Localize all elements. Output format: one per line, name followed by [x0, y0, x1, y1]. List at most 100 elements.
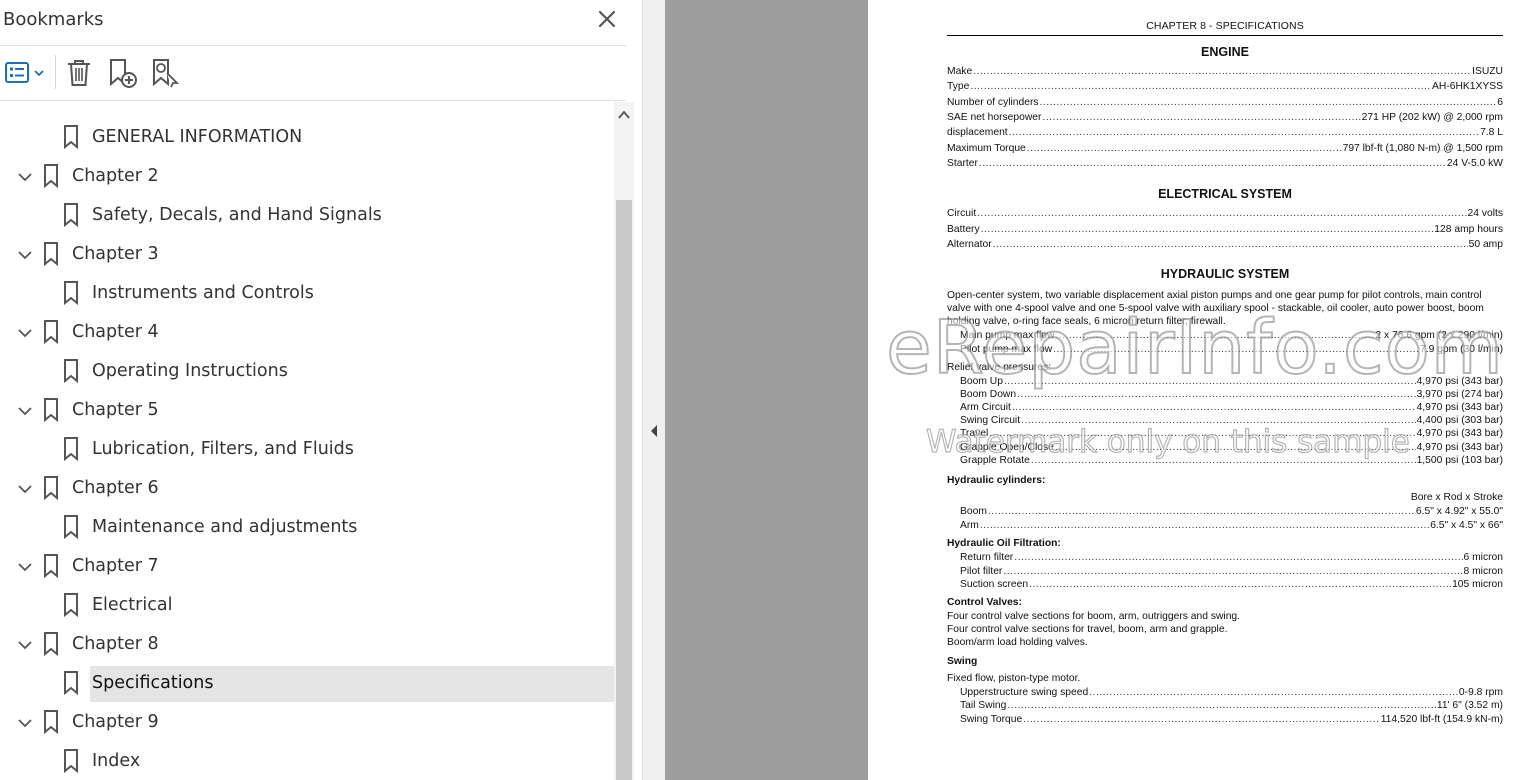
scroll-thumb[interactable] [616, 200, 632, 780]
scroll-up-icon[interactable] [617, 108, 631, 122]
spec-value: 797 lbf-ft (1,080 N-m) @ 1,500 rpm [1342, 142, 1503, 154]
bookmark-label[interactable]: Chapter 8 [72, 634, 159, 654]
chevron-down-icon[interactable] [16, 248, 34, 262]
dot-leader [1004, 375, 1416, 388]
bookmark-icon [43, 164, 59, 189]
engine-spec-row: Type AH-6HK1XYSS [947, 80, 1503, 93]
bookmarks-scrollbar[interactable] [614, 102, 634, 780]
dot-leader [970, 80, 1431, 93]
spec-value: 0-9.8 rpm [1458, 687, 1503, 698]
hydraulic-description: Open-center system, two variable displac… [947, 290, 1484, 327]
dot-leader [1017, 388, 1415, 401]
bookmark-label[interactable]: Chapter 3 [72, 244, 159, 264]
bookmark-item[interactable]: Lubrication, Filters, and Fluids [0, 432, 614, 468]
bookmark-chapter[interactable]: Chapter 6 [0, 471, 614, 507]
spec-key: SAE net horsepower [947, 111, 1042, 123]
bookmark-icon [63, 593, 79, 618]
bookmark-label[interactable]: Chapter 6 [72, 478, 159, 498]
spec-value: 6.5" x 4.92" x 55.0" [1415, 506, 1503, 517]
spec-key: Swing Torque [960, 713, 1023, 725]
bookmark-label[interactable]: Chapter 2 [72, 166, 159, 186]
bookmark-icon [43, 554, 59, 579]
spec-value: 24 volts [1467, 208, 1504, 219]
bookmark-label[interactable]: GENERAL INFORMATION [92, 127, 302, 147]
spec-key: Swing Circuit [960, 415, 1021, 427]
dot-leader [980, 519, 1429, 532]
bookmark-label[interactable]: Chapter 7 [72, 556, 159, 576]
bookmark-label[interactable]: Chapter 4 [72, 322, 159, 342]
control-line: Four control valve sections for boom, ar… [947, 611, 1241, 622]
spec-key: Make [947, 66, 973, 77]
chevron-down-icon[interactable] [16, 638, 34, 652]
bookmark-chapter[interactable]: Chapter 2 [0, 159, 614, 195]
engine-spec-row: Starter 24 V-5.0 kW [947, 157, 1503, 170]
spec-value: 1,500 psi (103 bar) [1416, 454, 1503, 466]
find-bookmark-button[interactable] [148, 55, 182, 91]
spec-key: Boom Down [960, 389, 1017, 401]
bookmark-chapter[interactable]: Chapter 8 [0, 627, 614, 663]
dot-leader [981, 223, 1434, 236]
bookmark-chapter[interactable]: Chapter 4 [0, 315, 614, 351]
chevron-down-icon[interactable] [16, 560, 34, 574]
bookmark-item[interactable]: Instruments and Controls [0, 276, 614, 312]
bookmark-chapter[interactable]: Chapter 9 [0, 705, 614, 741]
bookmark-item[interactable]: Safety, Decals, and Hand Signals [0, 198, 614, 234]
bookmark-icon [63, 671, 79, 696]
chevron-down-icon[interactable] [16, 482, 34, 496]
swing-label: Swing [947, 656, 978, 667]
cylinder-spec-row: Arm 6.5" x 4.5" x 66" [960, 519, 1503, 532]
add-bookmark-button[interactable] [105, 55, 139, 91]
bookmark-label[interactable]: Maintenance and adjustments [92, 517, 357, 537]
chapter-header: CHAPTER 8 - SPECIFICATIONS [1146, 20, 1304, 32]
dot-leader [1040, 96, 1497, 109]
bookmark-label[interactable]: Operating Instructions [92, 361, 288, 381]
bookmark-chapter[interactable]: Chapter 3 [0, 237, 614, 273]
hydraulic-title: HYDRAULIC SYSTEM [1160, 267, 1290, 281]
spec-key: displacement [947, 127, 1008, 139]
bookmark-label[interactable]: Electrical [92, 595, 172, 615]
electrical-title: ELECTRICAL SYSTEM [1158, 187, 1292, 201]
spec-key: Boom [960, 506, 987, 517]
bookmark-item-partial [0, 102, 614, 108]
spec-key: Number of cylinders [947, 96, 1039, 108]
bookmark-label[interactable]: Instruments and Controls [92, 283, 314, 303]
bookmark-item[interactable]: Index [0, 744, 614, 780]
relief-spec-row: Boom Down 3,970 psi (274 bar) [960, 388, 1503, 401]
dot-leader [1009, 126, 1479, 139]
panel-splitter[interactable] [642, 0, 665, 780]
spec-value: 128 amp hours [1434, 223, 1503, 235]
chevron-down-icon[interactable] [16, 170, 34, 184]
chevron-down-icon[interactable] [16, 716, 34, 730]
control-line: Boom/arm load holding valves. [947, 637, 1088, 648]
spec-value: 271 HP (202 kW) @ 2,000 rpm [1361, 111, 1503, 123]
bookmark-chapter[interactable]: Chapter 5 [0, 393, 614, 429]
bookmark-options-button[interactable] [4, 55, 46, 91]
bookmark-label[interactable]: Chapter 5 [72, 400, 159, 420]
bookmark-item[interactable]: Specifications [0, 666, 614, 702]
spec-key: Arm Circuit [960, 402, 1011, 414]
close-icon[interactable] [596, 8, 618, 30]
bookmark-label[interactable]: Safety, Decals, and Hand Signals [92, 205, 382, 225]
bookmark-label[interactable]: Index [92, 751, 140, 771]
bookmark-item[interactable]: Operating Instructions [0, 354, 614, 390]
bookmark-label[interactable]: Chapter 9 [72, 712, 159, 732]
chevron-down-icon[interactable] [16, 404, 34, 418]
spec-key: Suction screen [960, 579, 1029, 590]
dot-leader [1029, 578, 1451, 591]
dot-leader [1021, 414, 1415, 427]
bookmark-item[interactable]: Maintenance and adjustments [0, 510, 614, 546]
chevron-left-icon[interactable] [649, 424, 659, 438]
bookmark-item[interactable]: GENERAL INFORMATION [0, 120, 614, 156]
bookmark-chapter[interactable]: Chapter 7 [0, 549, 614, 585]
spec-value: 4,970 psi (343 bar) [1416, 428, 1503, 440]
bookmark-label[interactable]: Specifications [92, 673, 213, 693]
spec-key: Travel [960, 428, 989, 440]
swing-line: Fixed flow, piston-type motor. [947, 673, 1081, 684]
spec-value: AH-6HK1XYSS [1432, 81, 1503, 93]
delete-bookmark-button[interactable] [64, 55, 94, 91]
bookmark-item[interactable]: Electrical [0, 588, 614, 624]
chevron-down-icon[interactable] [16, 326, 34, 340]
bookmark-label[interactable]: Lubrication, Filters, and Fluids [92, 439, 354, 459]
relief-spec-row: Grapple Rotate 1,500 psi (103 bar) [960, 454, 1503, 467]
dot-leader [993, 238, 1468, 251]
